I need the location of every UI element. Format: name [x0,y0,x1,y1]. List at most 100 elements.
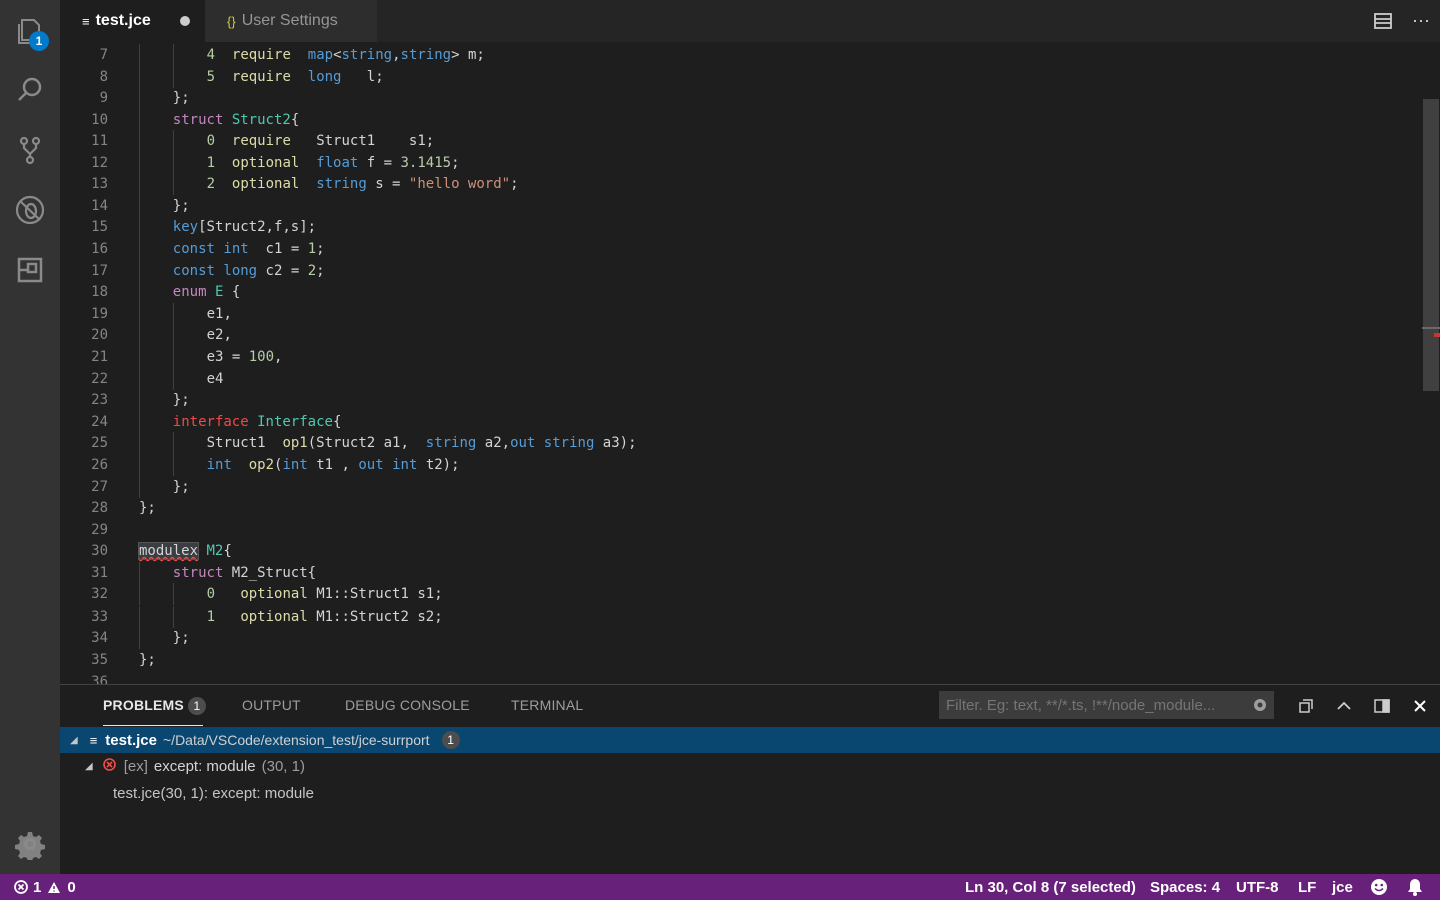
code-editor[interactable]: 74 require map<string,string> m; 8 5 requi… [60,42,1440,684]
activity-bar: 1 [0,0,60,874]
status-indentation[interactable]: Spaces: 4 [1150,874,1220,900]
code-line[interactable]: 12 1 optional float f = 3.1415; [60,152,1420,174]
problems-filter-input[interactable] [939,691,1274,719]
code-token: 1 [206,155,216,171]
split-editor-icon[interactable] [1364,0,1402,42]
indent-guide [172,454,174,476]
code-text: }; [173,87,190,109]
editor-scrollbar[interactable] [1422,42,1440,684]
code-line[interactable]: 8 5 require long l; [60,66,1420,88]
indent-guide [139,173,140,195]
status-language[interactable]: jce [1332,874,1353,900]
indent-guide [139,130,140,152]
code-line[interactable]: 17 const long c2 = 2; [60,260,1420,282]
code-line[interactable]: 18 enum E { [60,281,1420,303]
feedback-smiley-icon[interactable] [1370,874,1388,900]
code-token: c1 = [248,241,308,257]
problem-detail-row[interactable]: test.jce(30, 1): except: module [60,780,1440,806]
indent-guide [172,368,174,390]
code-line[interactable]: 20 e2, [60,324,1420,346]
code-line[interactable]: 24 interface Interface{ [60,411,1420,433]
line-number: 21 [91,349,108,365]
code-token: float [316,155,359,171]
code-line[interactable]: 23}; [60,389,1420,411]
filter-settings-icon[interactable] [1250,695,1270,715]
indent-guide [139,216,140,238]
indent-guide [172,44,174,66]
line-number: 12 [91,155,108,171]
status-cursor-position[interactable]: Ln 30, Col 8 (7 selected) [965,874,1136,900]
code-line[interactable]: 22 e4 [60,368,1420,390]
indent-guide [139,454,140,476]
code-line[interactable]: 14}; [60,195,1420,217]
settings-gear-icon[interactable] [12,826,48,862]
indent-guide [139,562,140,584]
warning-icon [48,881,61,893]
code-text: 0 optional M1::Struct1 s1; [207,583,443,605]
problems-file-row[interactable]: ◢ ≡ test.jce ~/Data/VSCode/extension_tes… [60,727,1440,753]
line-number: 25 [91,435,108,451]
debug-icon[interactable] [12,192,48,228]
code-token: 3.1415 [400,155,452,171]
status-problems[interactable]: 1 0 [14,874,76,900]
more-actions-icon[interactable]: ⋯ [1402,0,1440,42]
maximize-panel-icon[interactable] [1331,693,1357,719]
problems-count-badge: 1 [187,697,206,715]
code-line[interactable]: 29 [60,519,1420,541]
problem-location: (30, 1) [261,757,305,775]
notifications-bell-icon[interactable] [1407,874,1423,900]
code-line[interactable]: 13 2 optional string s = "hello word"; [60,173,1420,195]
tab-test-jce[interactable]: ≡ test.jce [60,0,205,42]
tab-user-settings[interactable]: {} User Settings [205,0,377,42]
code-line[interactable]: 35}; [60,649,1420,671]
extensions-icon[interactable] [12,252,48,288]
collapse-all-icon[interactable] [1293,693,1319,719]
expand-arrow-icon[interactable]: ◢ [70,735,78,746]
code-token: }; [172,392,190,408]
tab-terminal[interactable]: TERMINAL [511,697,583,713]
editor-scroll-thumb[interactable] [1423,99,1439,391]
code-token: out [358,457,384,473]
unsaved-dot-icon[interactable] [180,16,190,26]
code-line[interactable]: 36 [60,671,1420,684]
code-line[interactable]: 34}; [60,627,1420,649]
status-encoding[interactable]: UTF-8 [1236,874,1279,900]
line-number: 20 [91,327,108,343]
expand-arrow-icon[interactable]: ◢ [85,761,93,772]
tab-output[interactable]: OUTPUT [242,697,301,713]
code-line[interactable]: 10 struct Struct2{ [60,109,1420,131]
code-line[interactable]: 11 0 require Struct1 s1; [60,130,1420,152]
code-line[interactable]: 15 key[Struct2,f,s]; [60,216,1420,238]
code-line[interactable]: 26 int op2(int t1 , out int t2); [60,454,1420,476]
code-line[interactable]: 30 modulex M2{ [60,540,1420,562]
close-panel-icon[interactable] [1407,693,1433,719]
indent-guide [139,411,140,433]
code-line[interactable]: 16 const int c1 = 1; [60,238,1420,260]
search-icon[interactable] [12,72,48,108]
status-eol[interactable]: LF [1298,874,1316,900]
tab-debug-console[interactable]: DEBUG CONSOLE [345,697,470,713]
tab-problems[interactable]: PROBLEMS 1 [103,697,206,715]
code-line[interactable]: 74 require map<string,string> m; [60,44,1420,66]
code-line[interactable]: 21 e3 = 100, [60,346,1420,368]
code-token: }; [139,652,156,668]
indent-guide [139,281,140,303]
json-braces-icon: {} [227,13,236,29]
toggle-panel-position-icon[interactable] [1369,693,1395,719]
code-line[interactable]: 25 Struct1 op1(Struct2 a1, string a2,out … [60,432,1420,454]
code-line[interactable]: 19 e1, [60,303,1420,325]
source-control-icon[interactable] [12,132,48,168]
code-line[interactable]: 31 struct M2_Struct{ [60,562,1420,584]
code-token: optional [240,586,308,602]
code-line[interactable]: 32 0 optional M1::Struct1 s1; [60,583,1420,605]
code-line[interactable]: 28}; [60,497,1420,519]
code-line[interactable]: 33 1 optional M1::Struct2 s2; [60,606,1420,628]
code-token: const [172,263,215,279]
problem-item[interactable]: ◢ [ex] except: module (30, 1) [60,753,1440,779]
code-line[interactable]: 27}; [60,476,1420,498]
code-line[interactable]: 9}; [60,87,1420,109]
line-number: 23 [91,392,108,408]
